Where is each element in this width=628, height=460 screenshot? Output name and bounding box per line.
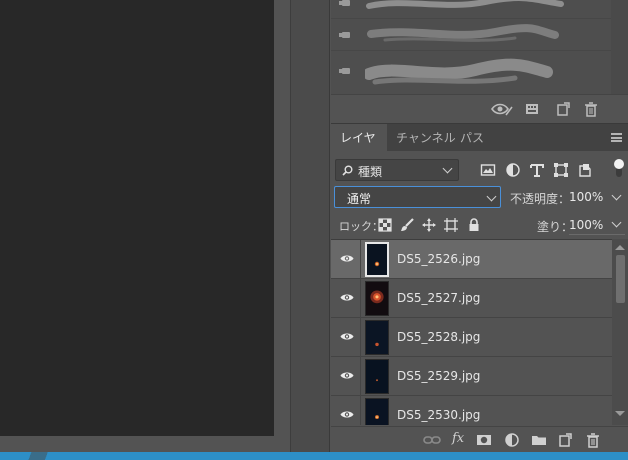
eye-icon[interactable] xyxy=(340,410,354,419)
layer-row[interactable]: DS5_2528.jpg xyxy=(331,318,612,357)
delete-layer-trash-icon[interactable] xyxy=(585,432,601,448)
layer-effects-fx-icon[interactable]: fx xyxy=(452,431,468,447)
blend-opacity-row: 通常 不透明度： 100% xyxy=(331,186,628,210)
lock-position-icon[interactable] xyxy=(422,218,436,232)
brush-stroke-preview xyxy=(366,0,564,9)
eye-icon[interactable] xyxy=(340,371,354,380)
chevron-down-icon xyxy=(442,163,453,174)
type-layer-filter-icon[interactable] xyxy=(529,162,545,178)
visibility-column xyxy=(331,318,361,357)
layers-scrollbar[interactable] xyxy=(612,239,628,425)
visibility-column xyxy=(331,240,361,279)
layer-row[interactable]: DS5_2527.jpg xyxy=(331,279,612,318)
trash-icon[interactable] xyxy=(583,101,599,117)
right-panel: レイヤー チャンネル パス 種類 xyxy=(331,0,628,452)
os-taskbar xyxy=(0,452,628,460)
filter-kind-select[interactable]: 種類 xyxy=(335,159,459,181)
canvas-gutter xyxy=(274,0,290,436)
layer-thumbnail xyxy=(365,359,389,394)
visibility-column xyxy=(331,279,361,318)
brush-preset-list xyxy=(331,0,611,94)
brush-tip-icon xyxy=(339,66,353,76)
brush-tip-icon xyxy=(339,0,353,8)
opacity-dropdown-icon[interactable] xyxy=(611,190,622,201)
add-layer-mask-icon[interactable] xyxy=(476,432,492,448)
layer-thumbnail xyxy=(365,320,389,355)
scroll-up-arrow-icon[interactable] xyxy=(615,245,625,250)
layer-thumbnail xyxy=(365,281,389,316)
brush-preset-row[interactable] xyxy=(331,20,611,51)
lock-artboard-icon[interactable] xyxy=(444,218,458,232)
document-canvas[interactable] xyxy=(0,0,274,436)
panel-menu-icon[interactable] xyxy=(611,133,622,142)
new-layer-icon[interactable] xyxy=(557,432,573,448)
fill-input[interactable]: 100% xyxy=(569,218,603,232)
canvas-bottom-bar xyxy=(0,436,290,452)
layer-thumbnail xyxy=(365,242,389,277)
opacity-label: 不透明度： xyxy=(510,192,571,206)
layer-filter-row: 種類 xyxy=(331,155,628,183)
brush-panel-footer xyxy=(331,94,628,122)
chevron-down-icon xyxy=(486,191,497,202)
collapsed-panel-strip xyxy=(290,0,330,452)
tab-layers[interactable]: レイヤー xyxy=(331,124,387,173)
blend-mode-select[interactable]: 通常 xyxy=(334,186,501,208)
eye-icon[interactable] xyxy=(340,293,354,302)
lock-transparent-pixels-icon[interactable] xyxy=(378,218,392,232)
layers-list: DS5_2526.jpg DS5_2527.jpg DS5_2528.jpg D… xyxy=(331,239,612,425)
brush-list-scrollbar[interactable] xyxy=(611,0,628,94)
lock-fill-row: ロック： 塗り： 100% xyxy=(331,214,628,236)
brush-preset-row[interactable] xyxy=(331,52,611,94)
brush-tip-icon xyxy=(339,30,353,40)
shape-layer-filter-icon[interactable] xyxy=(553,162,569,178)
brush-preset-row[interactable] xyxy=(331,0,611,19)
new-preset-icon[interactable] xyxy=(555,101,571,117)
link-layers-icon[interactable] xyxy=(423,432,441,448)
layers-panel-tabs: レイヤー チャンネル パス xyxy=(331,123,628,173)
adjustment-layer-filter-icon[interactable] xyxy=(505,162,521,178)
scroll-down-arrow-icon[interactable] xyxy=(615,411,625,416)
layer-name: DS5_2527.jpg xyxy=(397,291,481,305)
eye-icon[interactable] xyxy=(340,332,354,341)
toggle-track xyxy=(616,169,622,177)
grid-view-icon[interactable] xyxy=(524,101,540,117)
smart-object-filter-icon[interactable] xyxy=(577,162,593,178)
filter-toggle-switch[interactable] xyxy=(614,159,624,181)
blend-mode-value: 通常 xyxy=(347,192,372,206)
layer-name: DS5_2529.jpg xyxy=(397,369,481,383)
layer-thumbnail xyxy=(365,398,389,425)
visibility-column xyxy=(331,357,361,396)
opacity-input[interactable]: 100% xyxy=(569,190,603,204)
layers-panel-footer: fx xyxy=(331,426,628,452)
pixel-layer-filter-icon[interactable] xyxy=(480,162,496,178)
layer-name: DS5_2526.jpg xyxy=(397,252,481,266)
filter-kind-label: 種類 xyxy=(358,165,383,179)
fill-label: 塗り： xyxy=(537,220,574,234)
lock-label: ロック： xyxy=(339,220,383,233)
visibility-column xyxy=(331,396,361,425)
scroll-thumb[interactable] xyxy=(616,255,625,303)
lock-image-pixels-icon[interactable] xyxy=(400,218,414,232)
search-icon xyxy=(342,165,353,176)
layer-row[interactable]: DS5_2529.jpg xyxy=(331,357,612,396)
toggle-knob xyxy=(614,159,624,169)
tab-paths[interactable]: パス xyxy=(451,124,493,152)
brush-stroke-preview xyxy=(367,24,559,42)
fill-dropdown-icon[interactable] xyxy=(611,217,622,228)
eye-icon[interactable] xyxy=(340,254,354,263)
brush-stroke-preview xyxy=(365,58,553,85)
layer-name: DS5_2528.jpg xyxy=(397,330,481,344)
toggle-visibility-icon[interactable] xyxy=(491,101,513,117)
layer-row[interactable]: DS5_2530.jpg xyxy=(331,396,612,425)
fill-input-underline xyxy=(569,234,625,235)
new-group-folder-icon[interactable] xyxy=(531,432,547,448)
new-adjustment-layer-icon[interactable] xyxy=(504,432,520,448)
taskbar-decoration xyxy=(22,452,66,460)
lock-all-icon[interactable] xyxy=(467,218,481,232)
layer-name: DS5_2530.jpg xyxy=(397,408,481,422)
layer-row[interactable]: DS5_2526.jpg xyxy=(331,240,612,279)
